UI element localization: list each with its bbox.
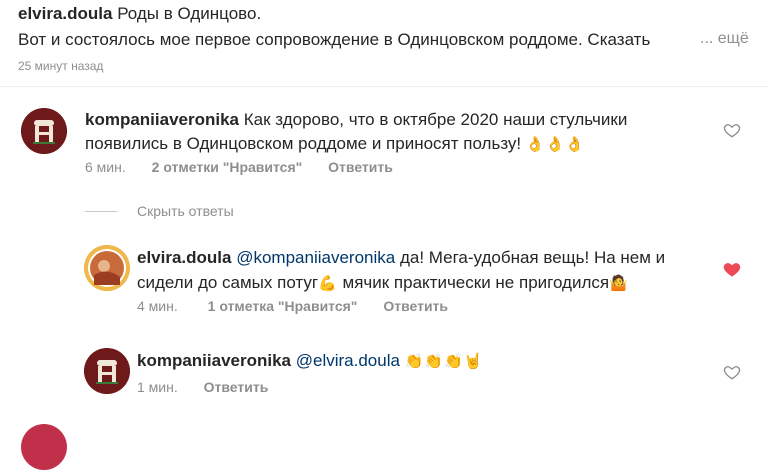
caption-line-2: Вот и состоялось мое первое сопровождени…	[18, 30, 748, 50]
reply-1-username[interactable]: elvira.doula	[137, 248, 231, 267]
reply-2-text: kompaniiaveronika @elvira.doula 👏👏👏🤘	[137, 348, 483, 374]
reply-1-meta: 4 мин. 1 отметка "Нравится" Ответить	[137, 298, 448, 314]
comment-1-text-line2: появились в Одинцовском роддоме и принос…	[85, 134, 522, 153]
section-divider	[0, 86, 768, 87]
caption-more-link[interactable]: ... ещё	[700, 30, 749, 48]
reply-2-like-heart-icon[interactable]	[723, 363, 741, 381]
reply-2-username[interactable]: kompaniiaveronika	[137, 351, 291, 370]
reply-1-reply-button[interactable]: Ответить	[383, 298, 448, 314]
reply-1-emoji-b: 🤷	[609, 275, 629, 292]
reply-1-emoji-a: 💪	[318, 275, 338, 292]
reply-1-text-line2b: мячик практически не пригодился	[342, 273, 610, 292]
hide-replies-button[interactable]: Скрыть ответы	[137, 203, 234, 219]
avatar-kompaniiaveronika[interactable]	[21, 108, 67, 154]
chair-logo-icon	[84, 348, 130, 394]
avatar-next-partial[interactable]	[21, 424, 67, 470]
chair-logo-icon	[21, 108, 67, 154]
reply-2-reply-button[interactable]: Ответить	[204, 379, 269, 395]
comment-1-text: kompaniiaveronika Как здорово, что в окт…	[85, 108, 705, 157]
comment-1-meta: 6 мин. 2 отметки "Нравится" Ответить	[85, 159, 393, 175]
comment-1-username[interactable]: kompaniiaveronika	[85, 110, 239, 129]
caption-username[interactable]: elvira.doula	[18, 4, 112, 23]
caption-time: 25 минут назад	[18, 59, 104, 73]
reply-1-mention[interactable]: @kompaniiaveronika	[236, 248, 395, 267]
reply-1-likes[interactable]: 1 отметка "Нравится"	[208, 298, 358, 314]
caption-text-1: Роды в Одинцово.	[117, 4, 262, 23]
reply-2-time: 1 мин.	[137, 379, 178, 395]
comment-1-text-line1: Как здорово, что в октябре 2020 наши сту…	[243, 110, 628, 129]
reply-2-meta: 1 мин. Ответить	[137, 379, 268, 395]
reply-1-time: 4 мин.	[137, 298, 178, 314]
reply-2-emoji: 👏👏👏🤘	[404, 353, 484, 370]
avatar-elvira-doula[interactable]	[84, 245, 130, 291]
avatar-kompaniiaveronika-2[interactable]	[84, 348, 130, 394]
profile-photo-icon	[84, 245, 130, 291]
comment-1-like-heart-icon[interactable]	[723, 121, 741, 139]
comment-1-time: 6 мин.	[85, 159, 126, 175]
hide-replies-line	[85, 211, 117, 212]
caption-line-1: elvira.doula Роды в Одинцово.	[18, 4, 261, 24]
reply-1-text-line1: да! Мега-удобная вещь! На нем и	[399, 248, 666, 267]
caption-text-2: Вот и состоялось мое первое сопровождени…	[18, 30, 651, 49]
comment-1-reply-button[interactable]: Ответить	[328, 159, 393, 175]
comment-1-likes[interactable]: 2 отметки "Нравится"	[152, 159, 303, 175]
reply-1-like-heart-icon[interactable]	[723, 260, 741, 278]
reply-1-text-line2a: сидели до самых потуг	[137, 273, 319, 292]
comment-1-emoji: 👌👌👌	[525, 136, 585, 153]
reply-2-mention[interactable]: @elvira.doula	[296, 351, 400, 370]
reply-1-text: elvira.doula @kompaniiaveronika да! Мега…	[137, 245, 717, 296]
